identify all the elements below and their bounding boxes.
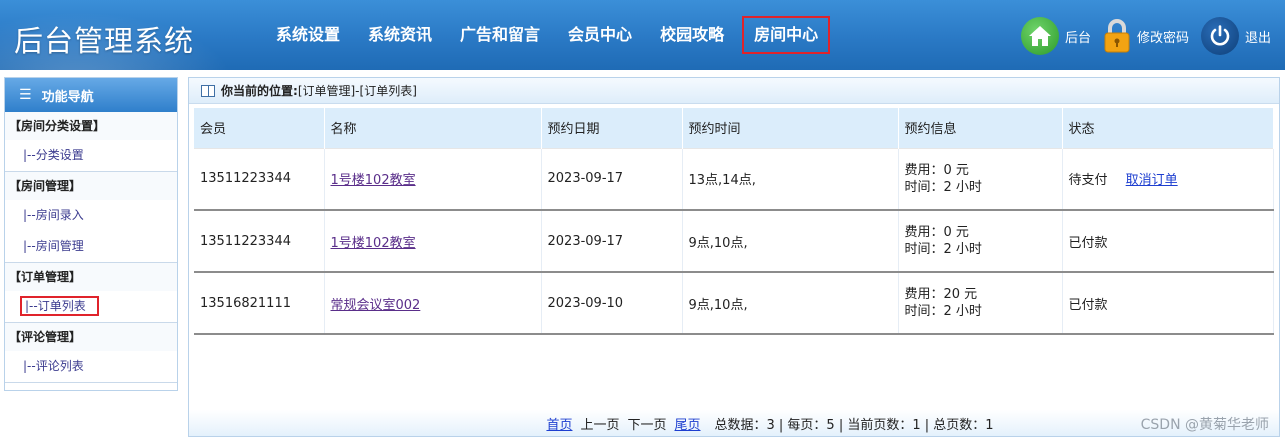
sidebar-group-title: 【评论管理】: [5, 323, 177, 351]
topnav-item-system-settings[interactable]: 系统设置: [262, 17, 354, 53]
top-nav: 系统设置 系统资讯 广告和留言 会员中心 校园攻略 房间中心: [262, 0, 831, 70]
column-header-date: 预约日期: [541, 108, 683, 148]
sidebar-group-comment-management: 【评论管理】 |--评论列表: [5, 323, 177, 383]
time-cell: 9点,10点,: [682, 210, 899, 273]
fee-text: 费用：0 元: [904, 225, 969, 240]
room-name-link[interactable]: 1号楼102教室: [331, 236, 416, 251]
home-button[interactable]: 后台: [1020, 17, 1091, 55]
column-header-member: 会员: [194, 108, 325, 148]
name-cell: 1号楼102教室: [324, 147, 542, 211]
home-icon: [1020, 17, 1059, 55]
next-page-text: 下一页: [627, 417, 667, 433]
sidebar-group-title: 【订单管理】: [5, 263, 177, 291]
sidebar-item-label: |--订单列表: [20, 296, 99, 316]
member-cell: 13516821111: [194, 272, 325, 335]
column-header-time: 预约时间: [682, 108, 899, 148]
power-icon: [1200, 17, 1239, 55]
sidebar-group-title: 【房间管理】: [5, 172, 177, 200]
time-cell: 13点,14点,: [682, 147, 899, 211]
sidebar-item-room-entry[interactable]: |--房间录入: [5, 200, 177, 231]
breadcrumb-label: 你当前的位置:: [221, 84, 298, 98]
sidebar-group-title: 【房间分类设置】: [5, 112, 177, 140]
topnav-item-member-center[interactable]: 会员中心: [554, 17, 646, 53]
name-cell: 1号楼102教室: [324, 210, 542, 273]
time-cell: 9点,10点,: [682, 272, 899, 335]
duration-text: 时间：2 小时: [904, 304, 982, 319]
info-cell: 费用：0 元 时间：2 小时: [898, 210, 1063, 273]
status-text: 已付款: [1068, 235, 1108, 251]
sidebar-item-comment-list[interactable]: |--评论列表: [5, 351, 177, 382]
table-header-row: 会员 名称 预约日期 预约时间 预约信息 状态: [194, 108, 1274, 148]
main-panel: 你当前的位置: [订单管理]-[订单列表] 会员 名称 预约日期 预约时间 预约…: [188, 77, 1280, 437]
sidebar-item-order-list[interactable]: |--订单列表: [5, 291, 177, 322]
change-password-label: 修改密码: [1136, 30, 1189, 46]
status-cell: 已付款: [1062, 210, 1274, 273]
column-header-status: 状态: [1062, 108, 1274, 148]
duration-text: 时间：2 小时: [904, 179, 982, 195]
date-cell: 2023-09-10: [541, 272, 683, 335]
header-actions: 后台 修改密码 退出: [1009, 16, 1271, 56]
change-password-button[interactable]: 修改密码: [1103, 19, 1189, 53]
sidebar-item-label: |--评论列表: [23, 359, 84, 373]
book-icon: [201, 84, 215, 97]
app-title: 后台管理系统: [14, 24, 195, 58]
prev-page-text: 上一页: [580, 417, 620, 433]
first-page-link[interactable]: 首页: [546, 414, 572, 433]
pagination: 首页 上一页 下一页 尾页 总数据：3 | 每页：5 | 当前页数：1 | 总页…: [189, 410, 1279, 436]
sidebar-item-category-settings[interactable]: |--分类设置: [5, 140, 177, 171]
sidebar-item-label: |--分类设置: [23, 148, 84, 162]
table-row: 13511223344 1号楼102教室 2023-09-17 9点,10点, …: [194, 210, 1274, 273]
sidebar-item-label: |--房间录入: [23, 208, 84, 222]
sidebar-group-room-management: 【房间管理】 |--房间录入 |--房间管理: [5, 172, 177, 263]
sidebar: ☰ 功能导航 【房间分类设置】 |--分类设置 【房间管理】 |--房间录入 |…: [4, 77, 178, 391]
home-label: 后台: [1064, 30, 1091, 46]
table-row: 13516821111 常规会议室002 2023-09-10 9点,10点, …: [194, 272, 1274, 335]
date-cell: 2023-09-17: [541, 210, 683, 273]
sidebar-item-room-manage[interactable]: |--房间管理: [5, 231, 177, 262]
sidebar-header: ☰ 功能导航: [5, 78, 177, 112]
topnav-item-ads-messages[interactable]: 广告和留言: [446, 17, 554, 53]
fee-text: 费用：0 元: [904, 162, 969, 178]
name-cell: 常规会议室002: [324, 272, 542, 335]
top-header: 后台管理系统 系统设置 系统资讯 广告和留言 会员中心 校园攻略 房间中心 后台…: [0, 0, 1285, 70]
fee-text: 费用：20 元: [904, 287, 978, 302]
topnav-item-room-center[interactable]: 房间中心: [742, 16, 831, 54]
orders-table: 会员 名称 预约日期 预约时间 预约信息 状态 13511223344 1号楼1…: [194, 108, 1274, 335]
topnav-item-system-news[interactable]: 系统资讯: [354, 17, 446, 53]
room-name-link[interactable]: 1号楼102教室: [331, 173, 416, 188]
breadcrumb-path: [订单管理]-[订单列表]: [297, 84, 417, 98]
sidebar-item-label: |--房间管理: [23, 239, 84, 253]
pagination-summary: 总数据：3 | 每页：5 | 当前页数：1 | 总页数：1: [714, 417, 994, 433]
breadcrumb: 你当前的位置: [订单管理]-[订单列表]: [189, 78, 1279, 104]
topnav-item-campus-guide[interactable]: 校园攻略: [646, 17, 738, 53]
column-header-info: 预约信息: [898, 108, 1063, 148]
info-cell: 费用：0 元 时间：2 小时: [898, 147, 1063, 211]
lock-icon: [1103, 19, 1131, 53]
logout-button[interactable]: 退出: [1200, 17, 1271, 55]
status-text: 待支付: [1068, 173, 1108, 189]
duration-text: 时间：2 小时: [904, 242, 982, 257]
member-cell: 13511223344: [194, 147, 325, 211]
sidebar-title: 功能导航: [41, 89, 94, 105]
column-header-name: 名称: [324, 108, 542, 148]
watermark: CSDN @黄菊华老师: [1140, 417, 1269, 433]
sidebar-group-order-management: 【订单管理】 |--订单列表: [5, 263, 177, 323]
info-cell: 费用：20 元 时间：2 小时: [898, 272, 1063, 335]
table-row: 13511223344 1号楼102教室 2023-09-17 13点,14点,…: [194, 147, 1274, 211]
date-cell: 2023-09-17: [541, 147, 683, 211]
sidebar-group-room-category: 【房间分类设置】 |--分类设置: [5, 112, 177, 172]
status-cell: 已付款: [1062, 272, 1274, 335]
last-page-link[interactable]: 尾页: [675, 414, 701, 433]
status-text: 已付款: [1068, 297, 1108, 313]
room-name-link[interactable]: 常规会议室002: [331, 298, 421, 313]
menu-icon: ☰: [19, 87, 32, 103]
member-cell: 13511223344: [194, 210, 325, 273]
status-cell: 待支付 取消订单: [1062, 147, 1274, 211]
logout-label: 退出: [1244, 30, 1271, 46]
cancel-order-link[interactable]: 取消订单: [1126, 173, 1178, 188]
